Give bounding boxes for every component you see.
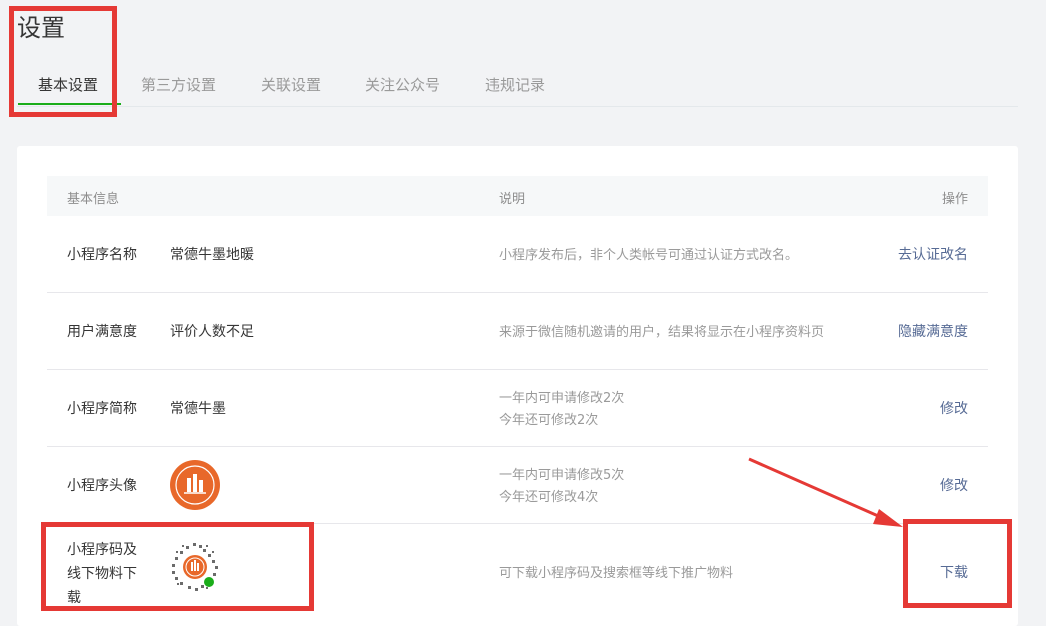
tab-third-party-settings[interactable]: 第三方设置	[141, 74, 216, 95]
modify-avatar-link[interactable]: 修改	[940, 475, 968, 495]
verify-rename-link[interactable]: 去认证改名	[898, 244, 968, 264]
label-line: 小程序码及	[67, 542, 137, 558]
tab-basic-settings[interactable]: 基本设置	[38, 74, 98, 95]
settings-card: 基本信息 说明 操作 小程序名称 常德牛墨地暖 小程序发布后，非个人类帐号可通过…	[17, 146, 1018, 626]
row-label: 用户满意度	[67, 324, 137, 340]
miniprogram-code-icon	[172, 543, 218, 591]
active-tab-indicator	[18, 103, 121, 105]
row-label: 小程序码及 线下物料下 载	[67, 538, 137, 610]
row-label: 小程序头像	[67, 478, 137, 494]
modify-short-name-link[interactable]: 修改	[940, 398, 968, 418]
settings-tabs: 基本设置 第三方设置 关联设置 关注公众号 违规记录	[17, 60, 1018, 107]
row-description: 小程序发布后，非个人类帐号可通过认证方式改名。	[499, 248, 799, 263]
header-action: 操作	[941, 192, 968, 207]
page-title: 设置	[17, 14, 65, 42]
header-description: 说明	[499, 192, 526, 207]
desc-line: 今年还可修改2次	[499, 413, 599, 428]
row-short-name: 小程序简称 常德牛墨 一年内可申请修改2次 今年还可修改2次 修改	[47, 370, 988, 447]
miniprogram-avatar	[170, 460, 220, 510]
row-description: 可下载小程序码及搜索框等线下推广物料	[499, 566, 734, 581]
label-line: 载	[67, 590, 81, 606]
row-label: 小程序简称	[67, 401, 137, 417]
label-line: 线下物料下	[67, 566, 137, 582]
row-description: 来源于微信随机邀请的用户，结果将显示在小程序资料页	[499, 325, 825, 340]
tab-follow-official-account[interactable]: 关注公众号	[365, 74, 440, 95]
table-header: 基本信息 说明 操作	[47, 176, 988, 216]
row-value: 常德牛墨	[170, 401, 226, 417]
row-label: 小程序名称	[67, 247, 137, 263]
download-link[interactable]: 下载	[940, 562, 968, 582]
row-miniprogram-code: 小程序码及 线下物料下 载 可下载小程序码及搜索框等线下推广物料 下载	[47, 524, 988, 614]
desc-line: 一年内可申请修改2次	[499, 391, 625, 406]
desc-line: 今年还可修改4次	[499, 490, 599, 505]
row-miniprogram-name: 小程序名称 常德牛墨地暖 小程序发布后，非个人类帐号可通过认证方式改名。 去认证…	[47, 216, 988, 293]
desc-line: 一年内可申请修改5次	[499, 468, 625, 483]
row-value: 评价人数不足	[170, 324, 254, 340]
row-user-satisfaction: 用户满意度 评价人数不足 来源于微信随机邀请的用户，结果将显示在小程序资料页 隐…	[47, 293, 988, 370]
hide-satisfaction-link[interactable]: 隐藏满意度	[898, 321, 968, 341]
row-value: 常德牛墨地暖	[170, 247, 254, 263]
row-description: 一年内可申请修改5次 今年还可修改4次	[499, 465, 624, 509]
row-avatar: 小程序头像 一年内可申请修改5次 今年还可修改4次 修改	[47, 447, 988, 524]
row-description: 一年内可申请修改2次 今年还可修改2次	[499, 388, 624, 432]
tab-violation-records[interactable]: 违规记录	[485, 74, 545, 95]
avatar-logo-icon	[175, 465, 215, 505]
header-basic-info: 基本信息	[67, 192, 120, 207]
tab-related-settings[interactable]: 关联设置	[261, 74, 321, 95]
